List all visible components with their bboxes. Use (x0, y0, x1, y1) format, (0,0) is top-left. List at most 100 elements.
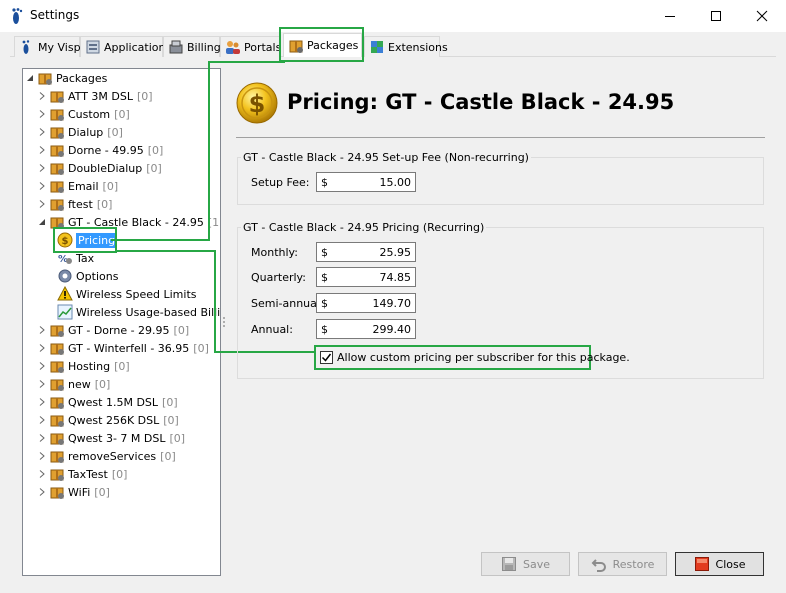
tree-node-label: Qwest 3- 7 M DSL (68, 431, 166, 445)
expand-icon[interactable] (37, 325, 47, 335)
checkmark-icon (321, 353, 332, 362)
splitter-handle[interactable] (222, 316, 226, 328)
minimize-icon (665, 15, 675, 17)
minimize-button[interactable] (647, 0, 693, 31)
tree-node-label: Wireless Speed Limits (76, 287, 197, 301)
tree-node-count: [0] (136, 89, 153, 103)
tree-package-node[interactable]: Qwest 1.5M DSL [0] (37, 393, 178, 411)
package-icon (50, 163, 64, 175)
tab-billing[interactable]: Billing (163, 36, 221, 57)
expand-icon[interactable] (37, 109, 47, 119)
tree-node-label: new (68, 377, 91, 391)
quarterly-value: 74.85 (379, 270, 412, 284)
expand-icon[interactable] (37, 199, 47, 209)
semi-annual-field[interactable]: $ 149.70 (316, 293, 416, 313)
tree-node-label: Qwest 1.5M DSL (68, 395, 159, 409)
semi-annual-value: 149.70 (372, 296, 412, 310)
annual-field[interactable]: $ 299.40 (316, 319, 416, 339)
custom-pricing-checkbox[interactable] (320, 351, 333, 364)
tree-package-node[interactable]: WiFi [0] (37, 483, 110, 501)
package-tree[interactable]: Packages ATT 3M DSL [0] Custom [0] Dialup [0]… (22, 68, 221, 576)
expand-icon[interactable] (37, 415, 47, 425)
expand-icon[interactable] (37, 145, 47, 155)
close-button[interactable]: Close (675, 552, 764, 576)
expand-icon[interactable] (37, 469, 47, 479)
tree-node-label: GT - Dorne - 29.95 (68, 323, 170, 337)
currency-symbol: $ (321, 270, 328, 284)
package-icon (50, 199, 64, 211)
maximize-icon (711, 10, 721, 21)
close-window-button[interactable] (739, 0, 785, 31)
tab-portals[interactable]: Portals (220, 36, 281, 57)
expand-icon[interactable] (37, 181, 47, 191)
monthly-field[interactable]: $ 25.95 (316, 242, 416, 262)
quarterly-field[interactable]: $ 74.85 (316, 267, 416, 287)
expand-icon[interactable] (37, 163, 47, 173)
tree-package-node[interactable]: GT - Winterfell - 36.95 [0] (37, 339, 209, 357)
maximize-button[interactable] (693, 0, 739, 31)
tree-package-node[interactable]: removeServices [0] (37, 447, 176, 465)
expand-icon[interactable] (37, 361, 47, 371)
tree-package-node[interactable]: ATT 3M DSL [0] (37, 87, 153, 105)
tree-package-node[interactable]: Qwest 3- 7 M DSL [0] (37, 429, 185, 447)
expand-icon[interactable] (37, 451, 47, 461)
register-icon (169, 40, 183, 54)
svg-text:$: $ (249, 90, 266, 118)
tree-node-count: [0] (94, 377, 111, 391)
tree-package-node[interactable]: Qwest 256K DSL [0] (37, 411, 179, 429)
tree-node-label: Tax (76, 251, 95, 265)
tree-child-node[interactable]: Wireless Usage-based Billing (57, 303, 220, 321)
tree-node-label: removeServices (68, 449, 157, 463)
package-icon (50, 415, 64, 427)
tree-package-node[interactable]: new [0] (37, 375, 110, 393)
tree-package-node[interactable]: Email [0] (37, 177, 118, 195)
custom-pricing-checkbox-row[interactable]: Allow custom pricing per subscriber for … (314, 345, 630, 370)
expand-icon[interactable] (37, 487, 47, 497)
setup-fee-field[interactable]: $ 15.00 (316, 172, 416, 192)
tree-node-count: [0] (94, 485, 110, 499)
warning-icon (57, 286, 73, 301)
tree-node-count: [0] (193, 341, 209, 355)
currency-symbol: $ (321, 175, 328, 189)
tree-package-node[interactable]: TaxTest [0] (37, 465, 127, 483)
window-title: Settings (30, 8, 80, 22)
tree-node-label: ATT 3M DSL (68, 89, 133, 103)
puzzle-icon (371, 41, 383, 53)
tab-my-visp[interactable]: My Visp (14, 36, 81, 57)
tree-child-node[interactable]: Options (57, 267, 118, 285)
stop-icon (694, 557, 709, 571)
tree-node-count: [0] (169, 431, 186, 445)
tree-root[interactable]: Packages (25, 69, 107, 87)
tree-package-node[interactable]: Dorne - 49.95 [0] (37, 141, 163, 159)
tree-child-node[interactable]: Wireless Speed Limits (57, 285, 197, 303)
restore-button[interactable]: Restore (578, 552, 667, 576)
tree-package-node[interactable]: Custom [0] (37, 105, 130, 123)
expand-icon[interactable] (37, 343, 47, 353)
tab-extensions[interactable]: Extensions (364, 36, 448, 57)
tree-node-count: [0] (146, 161, 162, 175)
currency-symbol: $ (321, 296, 328, 310)
tree-package-node[interactable]: Hosting [0] (37, 357, 130, 375)
tree-node-count: [0] (162, 395, 178, 409)
tree-node-count: [0] (107, 125, 123, 139)
tree-package-node[interactable]: Dialup [0] (37, 123, 123, 141)
tree-package-node[interactable]: DoubleDialup [0] (37, 159, 162, 177)
expand-icon[interactable] (37, 127, 47, 137)
tree-node-count: [0] (96, 197, 113, 211)
close-icon (756, 10, 768, 21)
expand-icon[interactable] (37, 397, 47, 407)
connector-line (214, 250, 216, 352)
tree-node-count: [0] (114, 359, 130, 373)
expand-icon[interactable] (37, 91, 47, 101)
footprint-icon (22, 40, 30, 54)
save-label: Save (522, 557, 550, 571)
expand-icon[interactable] (37, 379, 47, 389)
tree-package-node[interactable]: ftest [0] (37, 195, 112, 213)
save-button[interactable]: Save (481, 552, 570, 576)
collapse-icon[interactable] (25, 73, 35, 83)
collapse-icon[interactable] (37, 217, 47, 227)
tree-package-node[interactable]: GT - Dorne - 29.95 [0] (37, 321, 189, 339)
tab-application[interactable]: Application (80, 36, 165, 57)
currency-symbol: $ (321, 322, 328, 336)
expand-icon[interactable] (37, 433, 47, 443)
